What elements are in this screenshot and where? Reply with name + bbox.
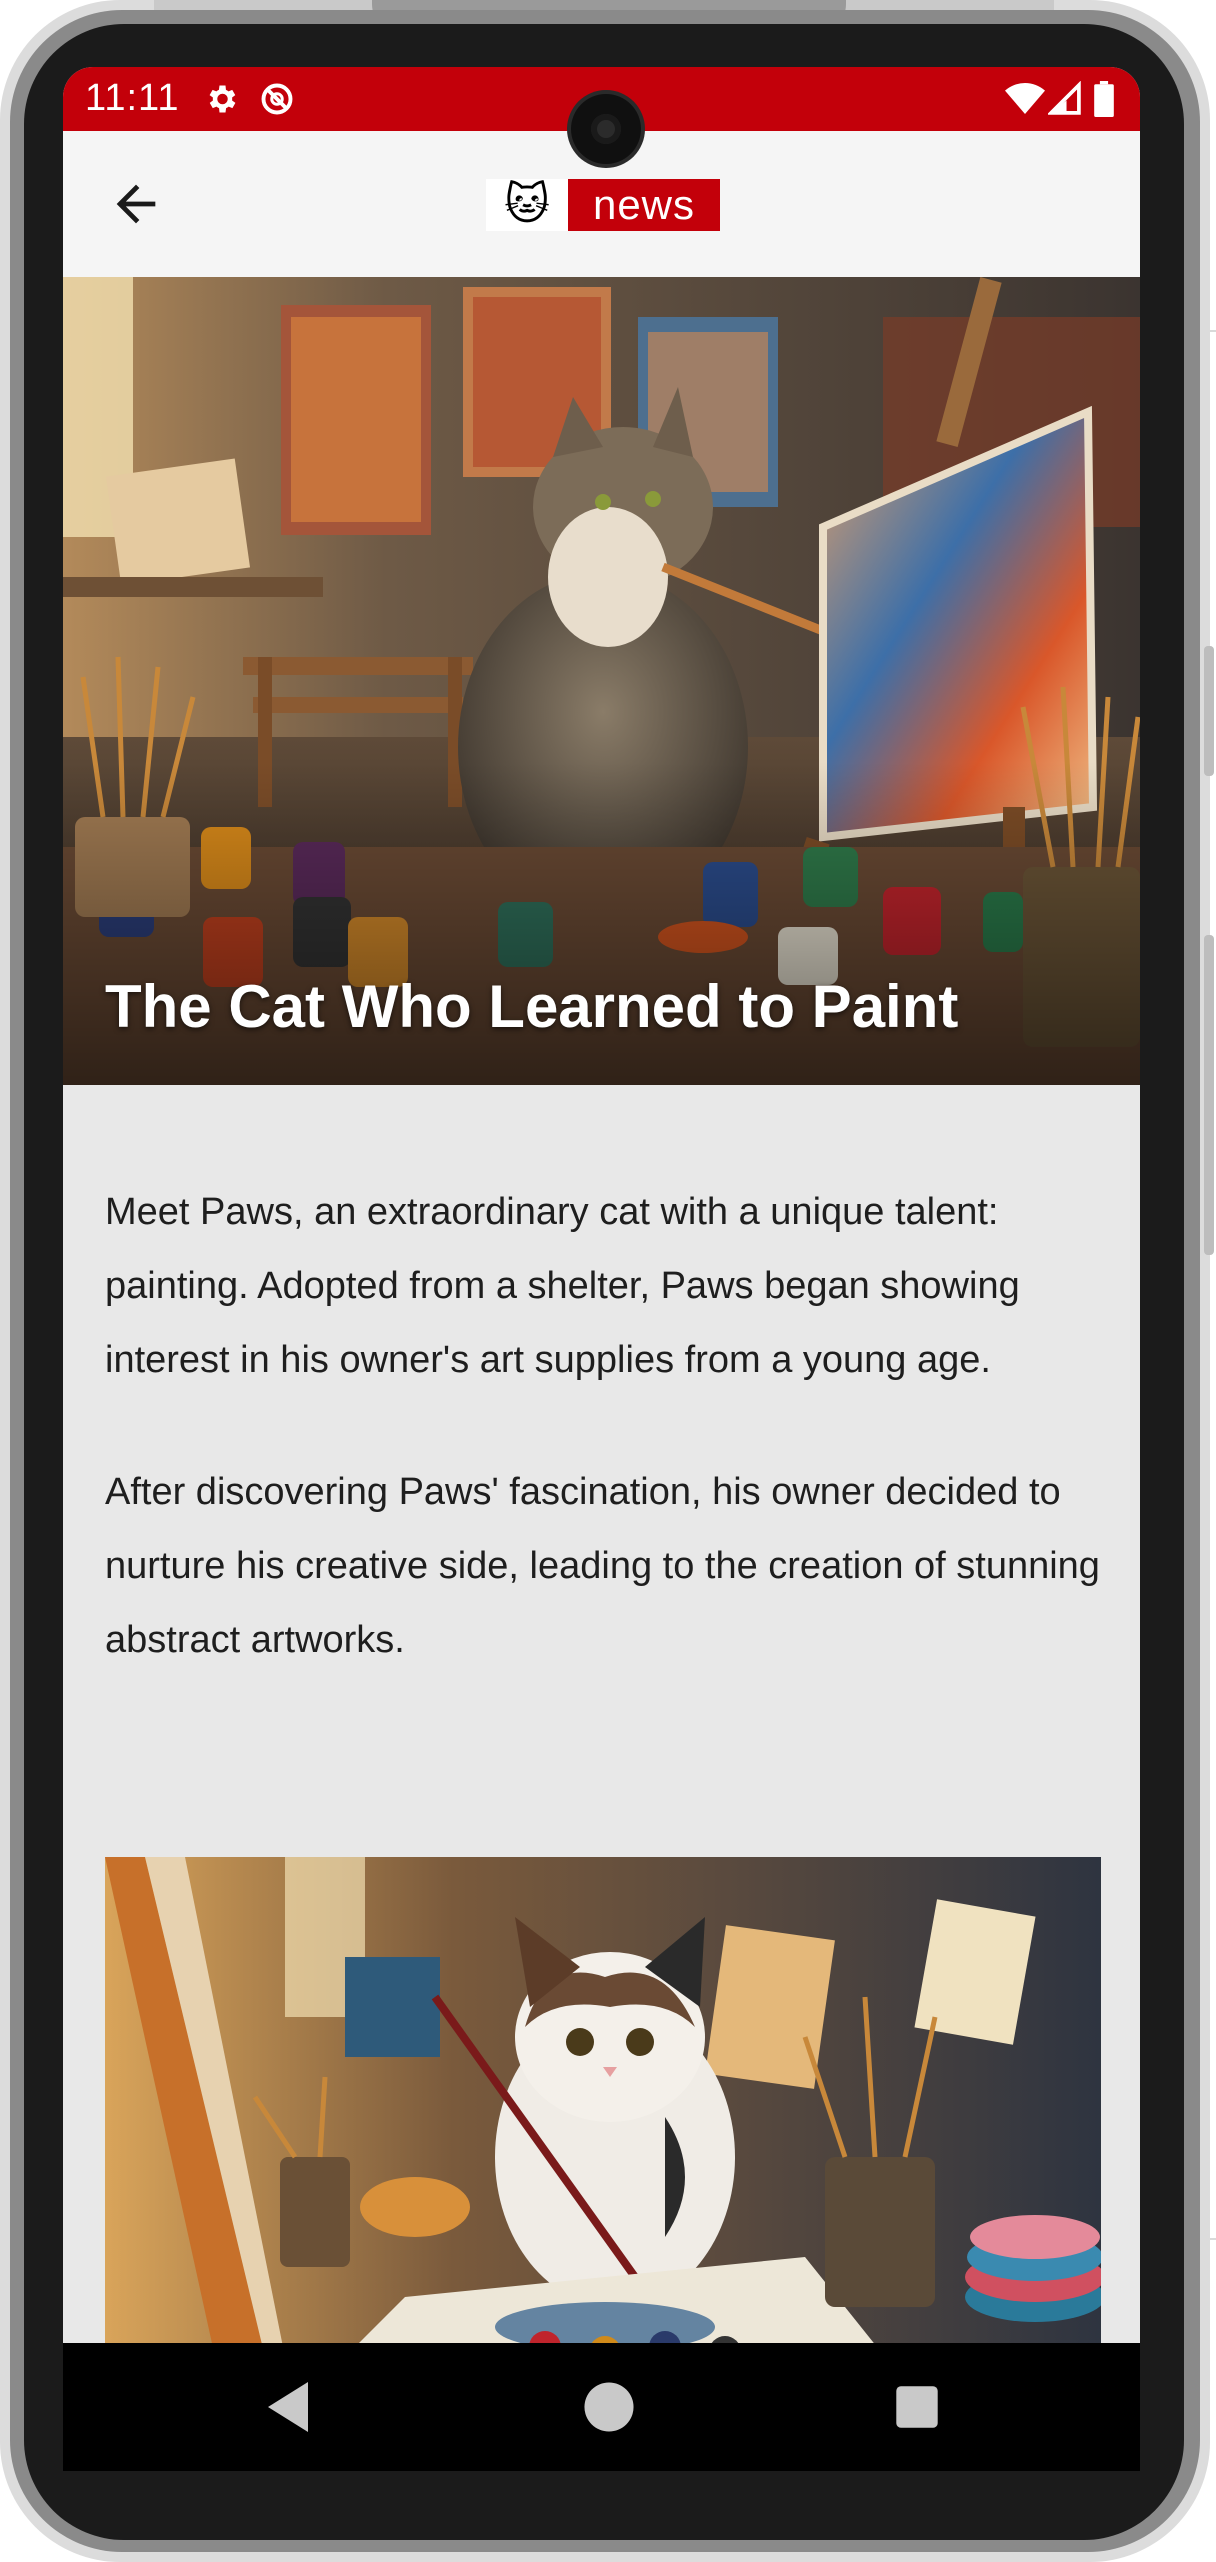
power-button (1204, 935, 1214, 1255)
arrow-left-icon (116, 184, 156, 224)
article-body: Meet Paws, an extraordinary cat with a u… (105, 1175, 1105, 1735)
app-logo: 🐱 news (486, 179, 720, 231)
hero-image: The Cat Who Learned to Paint (63, 277, 1140, 1085)
system-navigation-bar (63, 2343, 1140, 2471)
home-circle-icon[interactable] (582, 2379, 636, 2440)
device-screen: 11:11 🐱 news The Cat Who Learned to Pain… (63, 67, 1140, 2471)
status-time: 11:11 (85, 77, 180, 119)
back-triangle-icon[interactable] (263, 2379, 313, 2440)
volume-button (1204, 646, 1214, 776)
recents-square-icon[interactable] (894, 2379, 940, 2440)
no-disturb-icon (259, 81, 295, 122)
logo-text: news (568, 179, 720, 231)
article-paragraph: After discovering Paws' fascination, his… (105, 1471, 1100, 1661)
cat-painting-at-easel-image (63, 277, 1140, 1085)
calico-cat-with-paintbrush-image (105, 1857, 1101, 2357)
front-camera (571, 94, 641, 164)
cellular-signal-icon (1046, 80, 1082, 122)
article-paragraph: Meet Paws, an extraordinary cat with a u… (105, 1191, 1020, 1381)
back-button[interactable] (107, 175, 165, 233)
gear-icon (203, 81, 239, 122)
wifi-icon (1005, 81, 1045, 122)
article-image (105, 1857, 1101, 2357)
cat-logo-icon: 🐱 (486, 179, 568, 231)
article-title: The Cat Who Learned to Paint (105, 973, 959, 1040)
battery-icon (1093, 81, 1115, 122)
